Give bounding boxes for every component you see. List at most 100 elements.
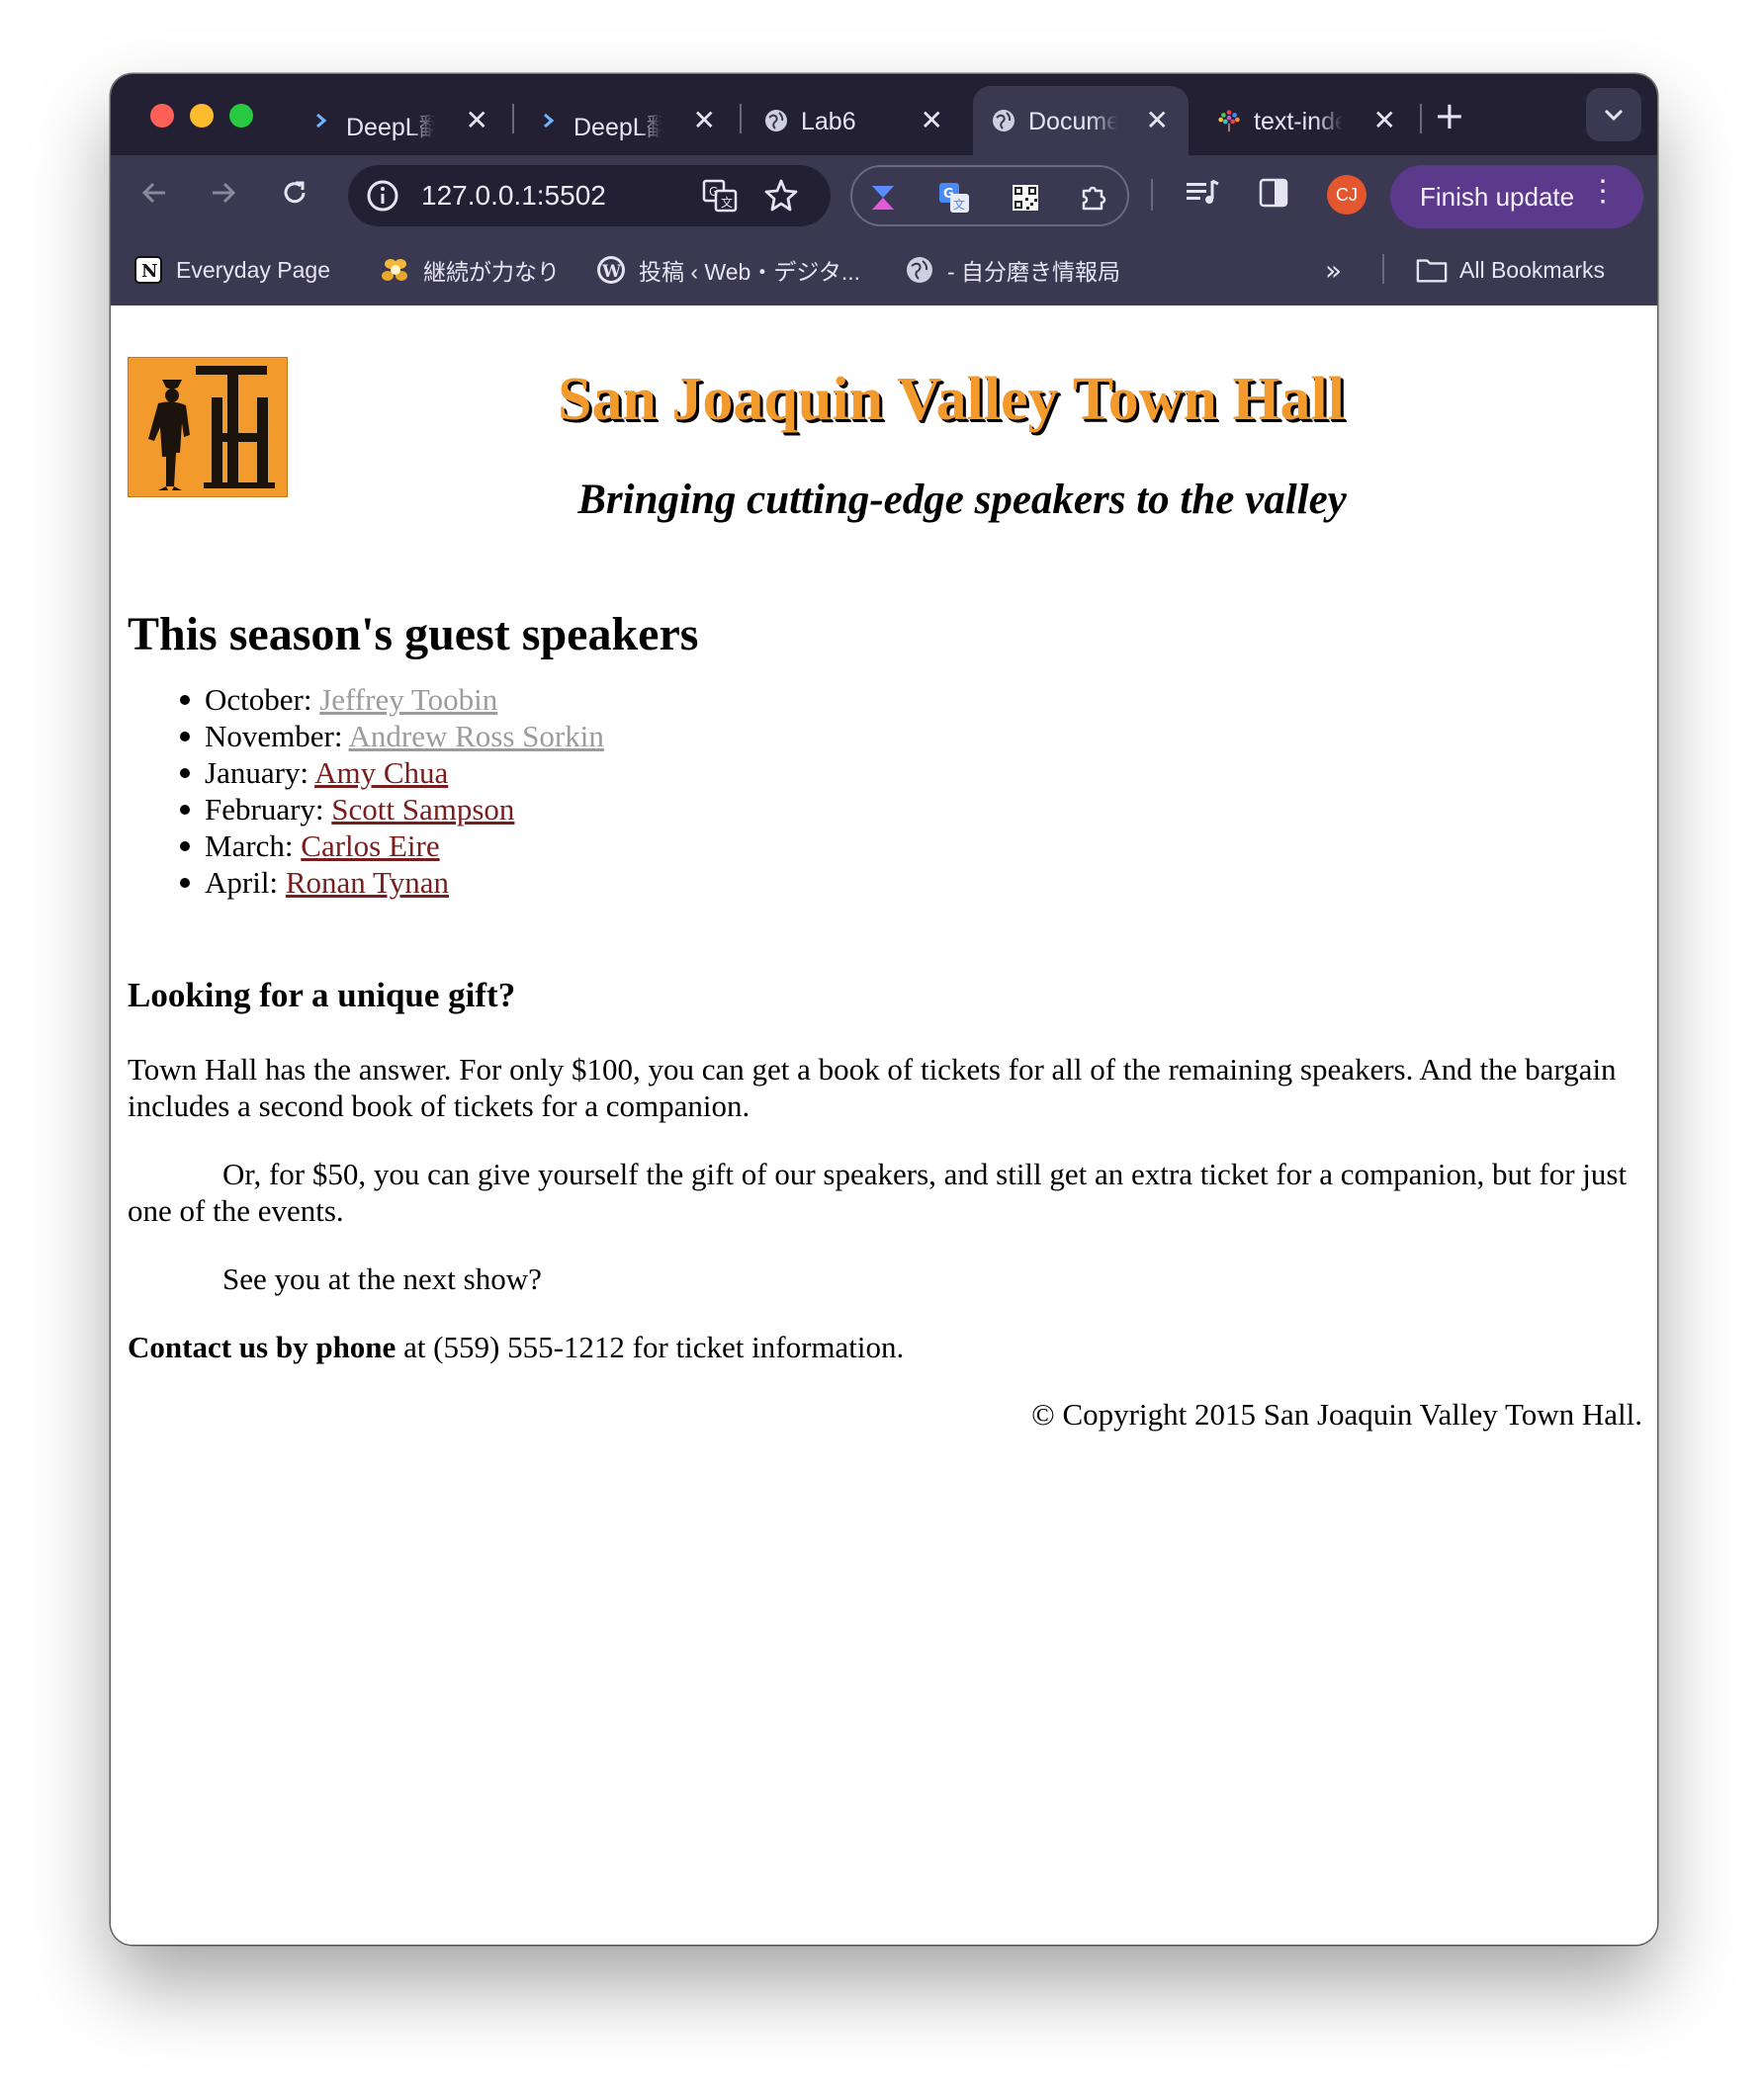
close-icon[interactable]: ✕ <box>1373 104 1396 136</box>
tab-separator <box>740 104 742 133</box>
qr-code-extension-icon[interactable] <box>1009 181 1042 215</box>
list-item: March: Carlos Eire <box>180 827 604 864</box>
speaker-link[interactable]: Ronan Tynan <box>286 865 449 900</box>
close-window-button[interactable] <box>150 104 174 128</box>
globe-icon <box>991 108 1016 133</box>
tab-label: DeepL翻訳 <box>573 114 662 141</box>
deepl-icon <box>309 108 334 133</box>
contact-paragraph: Contact us by phone at (559) 555-1212 fo… <box>128 1329 1631 1365</box>
bookmark-keizoku[interactable]: 継続が力なり <box>380 254 560 286</box>
tab-deepl-2[interactable]: DeepL翻訳 ✕ <box>518 86 736 155</box>
browser-window: DeepL翻訳 ✕ DeepL翻訳 ✕ Lab6 ✕ Document ✕ <box>111 74 1657 1945</box>
more-menu-icon[interactable]: ⋮ <box>1588 177 1618 207</box>
copyright: © Copyright 2015 San Joaquin Valley Town… <box>1031 1397 1642 1432</box>
forward-button[interactable] <box>202 171 245 215</box>
address-text[interactable]: 127.0.0.1:5502 <box>421 180 606 212</box>
translate-icon[interactable]: G文 <box>702 179 738 217</box>
close-icon[interactable]: ✕ <box>1146 104 1169 136</box>
forward-arrow-icon <box>213 182 236 204</box>
toolbar-separator <box>1151 179 1153 211</box>
gift-paragraph-3: See you at the next show? <box>222 1262 542 1296</box>
list-item: October: Jeffrey Toobin <box>180 681 604 718</box>
svg-text:G: G <box>709 185 718 199</box>
contact-bold: Contact us by phone <box>128 1330 397 1364</box>
tagline: Bringing cutting-edge speakers to the va… <box>577 477 1347 523</box>
side-panel-icon[interactable] <box>1258 177 1289 213</box>
chevron-down-icon <box>1604 109 1624 122</box>
speaker-link[interactable]: Jeffrey Toobin <box>319 682 497 717</box>
toolbar: 127.0.0.1:5502 G文 G文 CJ Finish update ⋮ <box>111 155 1657 232</box>
bookmarks-separator <box>1382 254 1384 284</box>
close-icon[interactable]: ✕ <box>466 104 488 136</box>
bookmark-wordpress[interactable]: W 投稿 ‹ Web・デジタ... <box>595 254 860 286</box>
speakers-list: October: Jeffrey Toobin November: Andrew… <box>180 681 604 901</box>
gift-paragraph-2: Or, for $50, you can give yourself the g… <box>128 1157 1628 1228</box>
tab-search-button[interactable] <box>1586 88 1641 141</box>
bookmark-star-icon[interactable] <box>763 178 799 218</box>
tree-icon <box>1216 108 1242 133</box>
all-bookmarks-label: All Bookmarks <box>1459 256 1605 283</box>
gift-paragraph-1: Town Hall has the answer. For only $100,… <box>128 1052 1617 1123</box>
more-bookmarks-icon[interactable]: » <box>1325 254 1342 287</box>
extensions-group: G文 <box>850 165 1129 226</box>
town-hall-logo <box>128 357 288 497</box>
address-bar[interactable]: 127.0.0.1:5502 G文 <box>348 165 831 226</box>
tab-label: Lab6 <box>801 108 856 135</box>
speaker-month: April: <box>205 865 279 900</box>
speaker-month: February: <box>205 792 324 826</box>
speaker-link[interactable]: Scott Sampson <box>331 792 514 826</box>
site-info-icon[interactable] <box>366 179 399 217</box>
bookmark-label: - 自分磨き情報局 <box>947 259 1121 285</box>
tab-separator <box>512 104 514 133</box>
tab-text-indent[interactable]: text-indent ✕ <box>1198 86 1416 155</box>
list-item: January: Amy Chua <box>180 754 604 791</box>
folder-icon <box>1416 254 1448 286</box>
hourglass-extension-icon[interactable] <box>866 181 900 215</box>
svg-text:文: 文 <box>721 195 733 210</box>
bookmark-everyday-page[interactable]: N Everyday Page <box>132 254 330 286</box>
new-tab-button[interactable]: + <box>1434 94 1465 137</box>
tab-strip: DeepL翻訳 ✕ DeepL翻訳 ✕ Lab6 ✕ Document ✕ <box>111 74 1657 155</box>
list-item: April: Ronan Tynan <box>180 864 604 901</box>
gift-heading: Looking for a unique gift? <box>128 976 516 1014</box>
back-button[interactable] <box>132 171 176 215</box>
speaker-link[interactable]: Carlos Eire <box>301 828 439 863</box>
speaker-link[interactable]: Amy Chua <box>314 755 448 790</box>
tab-lab6[interactable]: Lab6 ✕ <box>746 86 963 155</box>
bookmark-jibunmigaki[interactable]: - 自分磨き情報局 <box>904 254 1120 286</box>
svg-text:W: W <box>601 262 622 282</box>
speaker-month: January: <box>205 755 309 790</box>
speaker-month: March: <box>205 828 294 863</box>
reading-list-icon[interactable] <box>1185 177 1220 215</box>
bookmark-label: 投稿 ‹ Web・デジタ... <box>639 259 861 285</box>
contact-text: at (559) 555-1212 for ticket information… <box>396 1330 905 1364</box>
profile-avatar[interactable]: CJ <box>1327 175 1367 215</box>
speakers-heading: This season's guest speakers <box>128 608 699 660</box>
web-page: San Joaquin Valley Town Hall Bringing cu… <box>111 305 1657 1945</box>
speaker-month: November: <box>205 719 343 753</box>
wordpress-icon: W <box>595 254 627 286</box>
tab-deepl-1[interactable]: DeepL翻訳 ✕ <box>291 86 508 155</box>
reload-button[interactable] <box>273 171 316 215</box>
tab-label: DeepL翻訳 <box>346 114 435 141</box>
bees-icon <box>380 254 411 286</box>
all-bookmarks-button[interactable]: All Bookmarks <box>1416 254 1605 286</box>
speaker-link[interactable]: Andrew Ross Sorkin <box>349 719 604 753</box>
list-item: February: Scott Sampson <box>180 791 604 827</box>
finish-update-button[interactable]: Finish update ⋮ <box>1390 165 1643 228</box>
reload-icon <box>284 181 306 204</box>
close-icon[interactable]: ✕ <box>921 104 943 136</box>
back-arrow-icon <box>141 182 165 204</box>
site-title: San Joaquin Valley Town Hall <box>557 366 1346 433</box>
maximize-window-button[interactable] <box>229 104 253 128</box>
google-translate-extension-icon[interactable]: G文 <box>937 181 971 215</box>
list-item: November: Andrew Ross Sorkin <box>180 718 604 754</box>
tab-label: text-indent <box>1254 108 1343 135</box>
close-icon[interactable]: ✕ <box>693 104 716 136</box>
deepl-icon <box>536 108 562 133</box>
tab-separator <box>1420 104 1422 133</box>
tab-document-active[interactable]: Document ✕ <box>973 86 1189 155</box>
puzzle-extensions-icon[interactable] <box>1078 181 1111 215</box>
minimize-window-button[interactable] <box>190 104 214 128</box>
speaker-month: October: <box>205 682 312 717</box>
